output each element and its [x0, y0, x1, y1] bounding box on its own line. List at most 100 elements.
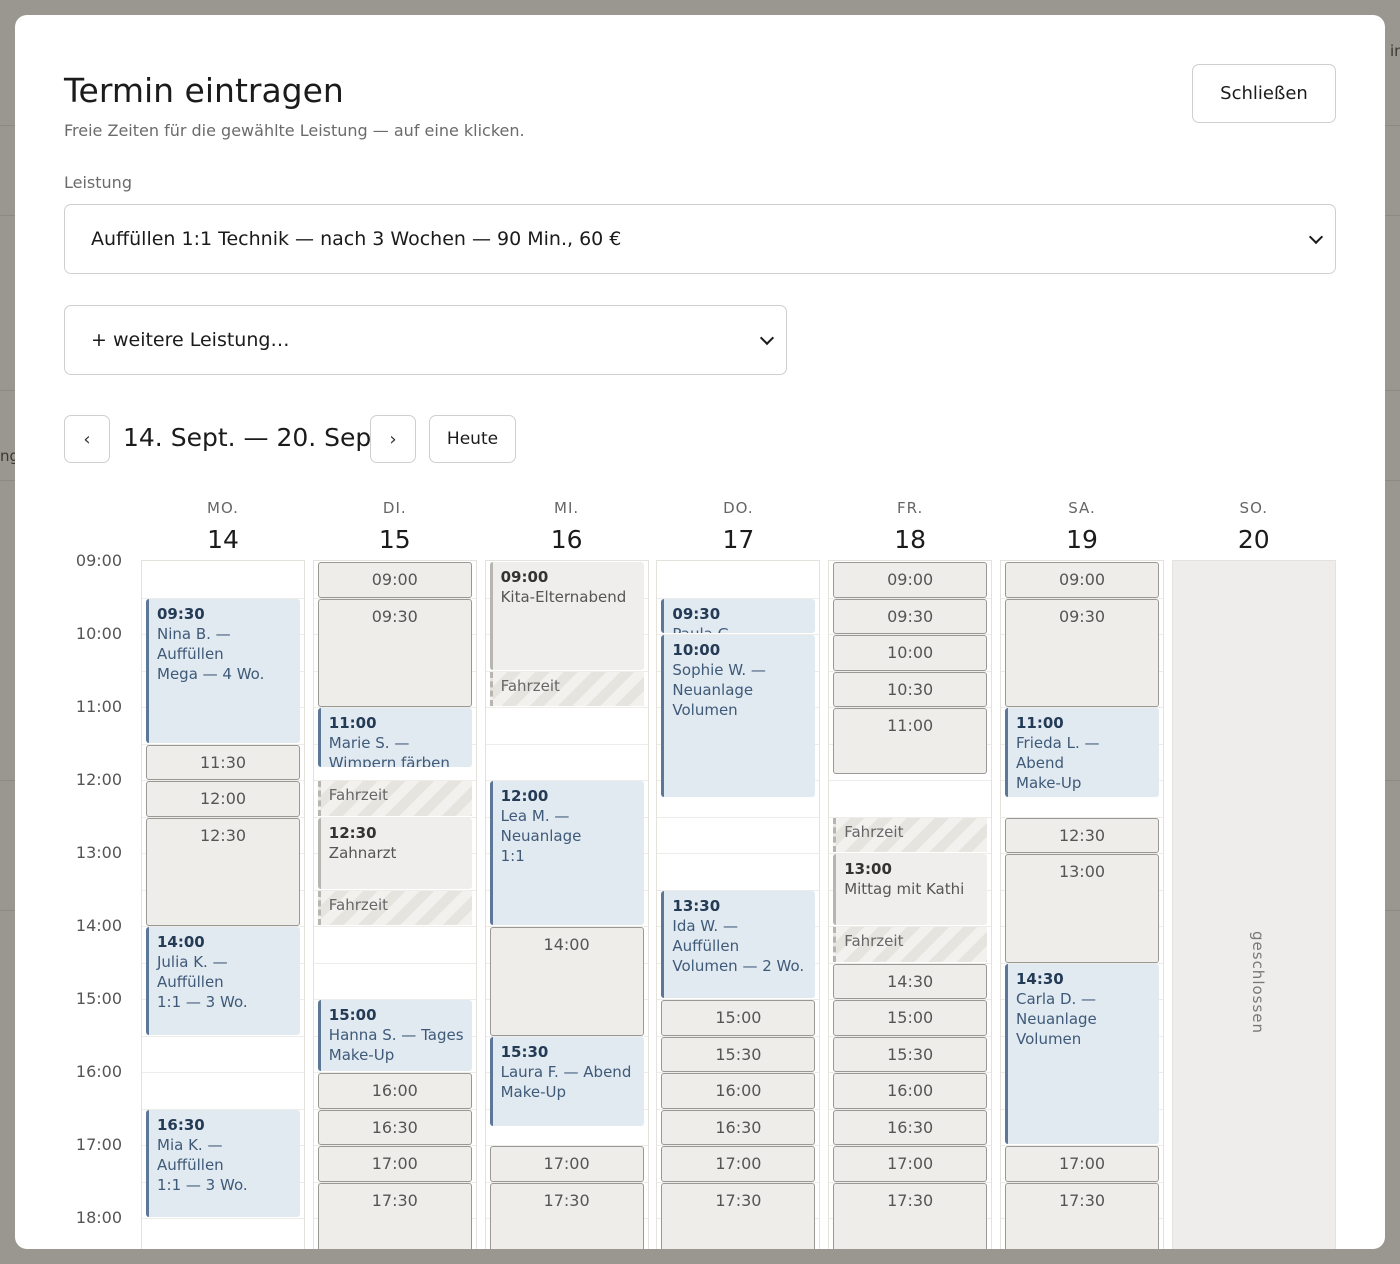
free-slot[interactable]: 13:00: [1005, 854, 1159, 963]
appointment[interactable]: 12:00 Lea M. — Neuanlage 1:1: [489, 781, 644, 925]
travel-label: Fahrzeit: [328, 895, 389, 914]
appointment[interactable]: 15:30 Laura F. — Abend Make-Up: [489, 1036, 644, 1126]
appointment-time: 12:30: [328, 823, 377, 842]
free-slot[interactable]: 17:30: [1005, 1182, 1159, 1249]
free-slot[interactable]: 15:30: [661, 1036, 816, 1072]
free-slot[interactable]: 16:00: [661, 1073, 816, 1109]
appointment-time: 09:30: [672, 604, 721, 623]
appointment[interactable]: 11:00 Marie S. — Wimpern färben +: [317, 708, 472, 767]
free-slot[interactable]: 16:00: [833, 1073, 988, 1109]
day-column: 09:00 09:30 10:00 10:30 11:00 14:30 15:00 15:30…: [828, 560, 993, 1249]
free-slot[interactable]: 17:00: [489, 1146, 644, 1182]
day-weekday: DO.: [723, 499, 754, 517]
free-slot[interactable]: 15:00: [833, 1000, 988, 1036]
appointment-text: Carla D. —: [1016, 989, 1097, 1008]
day-header: SA. 19: [1000, 499, 1164, 554]
appointment-time: 11:00: [1016, 714, 1064, 732]
free-slot[interactable]: 11:30: [146, 744, 300, 780]
day-header: MI. 16: [485, 499, 649, 554]
day-column: 11:30 12:00 12:30 09:30 Nina B. — Auffüllen M…: [141, 560, 305, 1249]
half-hour-gridline: [142, 1218, 304, 1219]
appointment[interactable]: 09:30Paula G. —: [661, 598, 816, 634]
appointment[interactable]: 16:30 Mia K. — Auffüllen 1:1 — 3 Wo.: [146, 1109, 300, 1217]
appointment[interactable]: 14:00 Julia K. — Auffüllen 1:1 — 3 Wo.: [146, 927, 300, 1035]
free-slot[interactable]: 16:30: [317, 1109, 472, 1145]
day-column: 09:00 09:30 16:00 16:30 17:00 17:30 11:00 Marie…: [312, 560, 477, 1249]
free-slot[interactable]: 17:00: [317, 1146, 472, 1182]
free-slot[interactable]: 09:00: [317, 562, 472, 598]
travel-time: Fahrzeit: [833, 817, 988, 852]
free-slot[interactable]: 12:30: [146, 817, 300, 926]
day-date: 16: [550, 525, 583, 554]
free-slot[interactable]: 17:30: [833, 1182, 988, 1249]
appointment[interactable]: 13:30 Ida W. — Auffüllen Volumen — 2 Wo.: [661, 890, 816, 998]
travel-time: Fahrzeit: [317, 781, 472, 816]
appointment-text: Hanna S. — Tages: [328, 1026, 464, 1044]
free-slot[interactable]: 11:00: [833, 708, 988, 774]
week-calendar: 09:00 10:00 11:00 12:00 13:00 14:00 15:00 16:00…: [15, 15, 1385, 1249]
appointment-time: 16:30: [157, 1115, 205, 1134]
free-slot[interactable]: 17:30: [661, 1182, 816, 1249]
appointment-time: 13:30: [672, 896, 721, 915]
free-slot[interactable]: 16:30: [833, 1109, 988, 1145]
appointment-time: 09:00: [500, 568, 549, 586]
free-slot[interactable]: 17:00: [833, 1146, 988, 1182]
appointment[interactable]: 15:00 Hanna S. — Tages Make-Up: [317, 1000, 472, 1071]
day-header: FR. 18: [828, 499, 992, 554]
free-slot[interactable]: 12:30: [1005, 817, 1159, 853]
appointment-text: Lea M. — Neuanlage: [500, 807, 582, 845]
appointment-time: 15:00: [328, 1006, 377, 1024]
free-slot[interactable]: 09:30: [1005, 598, 1159, 707]
free-slot[interactable]: 17:30: [317, 1182, 472, 1249]
half-hour-gridline: [657, 816, 820, 818]
appointment-text: Julia K. — Auffüllen: [157, 953, 228, 991]
free-slot[interactable]: 09:30: [833, 598, 988, 634]
half-hour-gridline: [657, 853, 820, 854]
free-slot[interactable]: 14:30: [833, 963, 988, 999]
appointment-time: 13:00: [844, 860, 892, 878]
day-date: 18: [894, 525, 927, 554]
free-slot[interactable]: 12:00: [146, 781, 300, 817]
appointment[interactable]: 11:00 Frieda L. — Abend Make-Up: [1005, 708, 1159, 798]
appointment[interactable]: 09:30 Nina B. — Auffüllen Mega — 4 Wo.: [146, 598, 300, 743]
half-hour-gridline: [829, 780, 992, 781]
appointment-time: 12:00: [500, 787, 549, 805]
hour-label: 11:00: [75, 697, 122, 716]
appointment-text: Marie S. —: [328, 734, 410, 752]
free-slot[interactable]: 15:00: [661, 1000, 816, 1036]
free-slot[interactable]: 09:30: [317, 598, 472, 707]
day-weekday: SA.: [1068, 499, 1096, 517]
travel-label: Fahrzeit: [328, 786, 389, 804]
free-slot[interactable]: 09:00: [833, 562, 988, 598]
hour-label: 17:00: [75, 1135, 122, 1154]
appointment-time: 09:30: [157, 604, 205, 623]
hour-label: 16:00: [75, 1062, 122, 1081]
day-date: 15: [378, 525, 411, 554]
travel-time: Fahrzeit: [317, 890, 472, 925]
appointment[interactable]: 14:30 Carla D. — Neuanlage Volumen: [1005, 963, 1159, 1144]
hour-label: 09:00: [75, 551, 122, 570]
appointment-text: Wimpern färben +: [328, 754, 450, 767]
day-column: 14:00 17:00 17:30 09:00 Kita-Elternabend Fahr…: [484, 560, 649, 1249]
free-slot[interactable]: 16:00: [317, 1073, 472, 1109]
hour-label: 18:00: [75, 1208, 122, 1227]
appointment-text: Zahnarzt: [328, 843, 397, 862]
appointment-text: Make-Up: [500, 1082, 567, 1101]
free-slot[interactable]: 10:00: [833, 635, 988, 671]
day-header: SO. 20: [1172, 499, 1336, 554]
free-slot[interactable]: 10:30: [833, 671, 988, 707]
day-date: 17: [722, 525, 755, 554]
appointment-time: 15:30: [500, 1042, 549, 1061]
free-slot[interactable]: 15:30: [833, 1036, 988, 1072]
free-slot[interactable]: 16:30: [661, 1109, 816, 1145]
free-slot[interactable]: 14:00: [489, 927, 644, 1036]
free-slot[interactable]: 17:30: [489, 1182, 644, 1249]
appointment-text: Neuanlage Volumen: [672, 681, 754, 719]
free-slot[interactable]: 17:00: [1005, 1146, 1159, 1182]
day-date: 19: [1066, 525, 1098, 554]
appointment[interactable]: 10:00 Sophie W. — Neuanlage Volumen: [661, 635, 816, 798]
free-slot[interactable]: 09:00: [1005, 562, 1159, 598]
free-slot[interactable]: 17:00: [661, 1146, 816, 1182]
travel-label: Fahrzeit: [500, 676, 560, 695]
appointment-text: Paula G. —: [672, 624, 807, 634]
